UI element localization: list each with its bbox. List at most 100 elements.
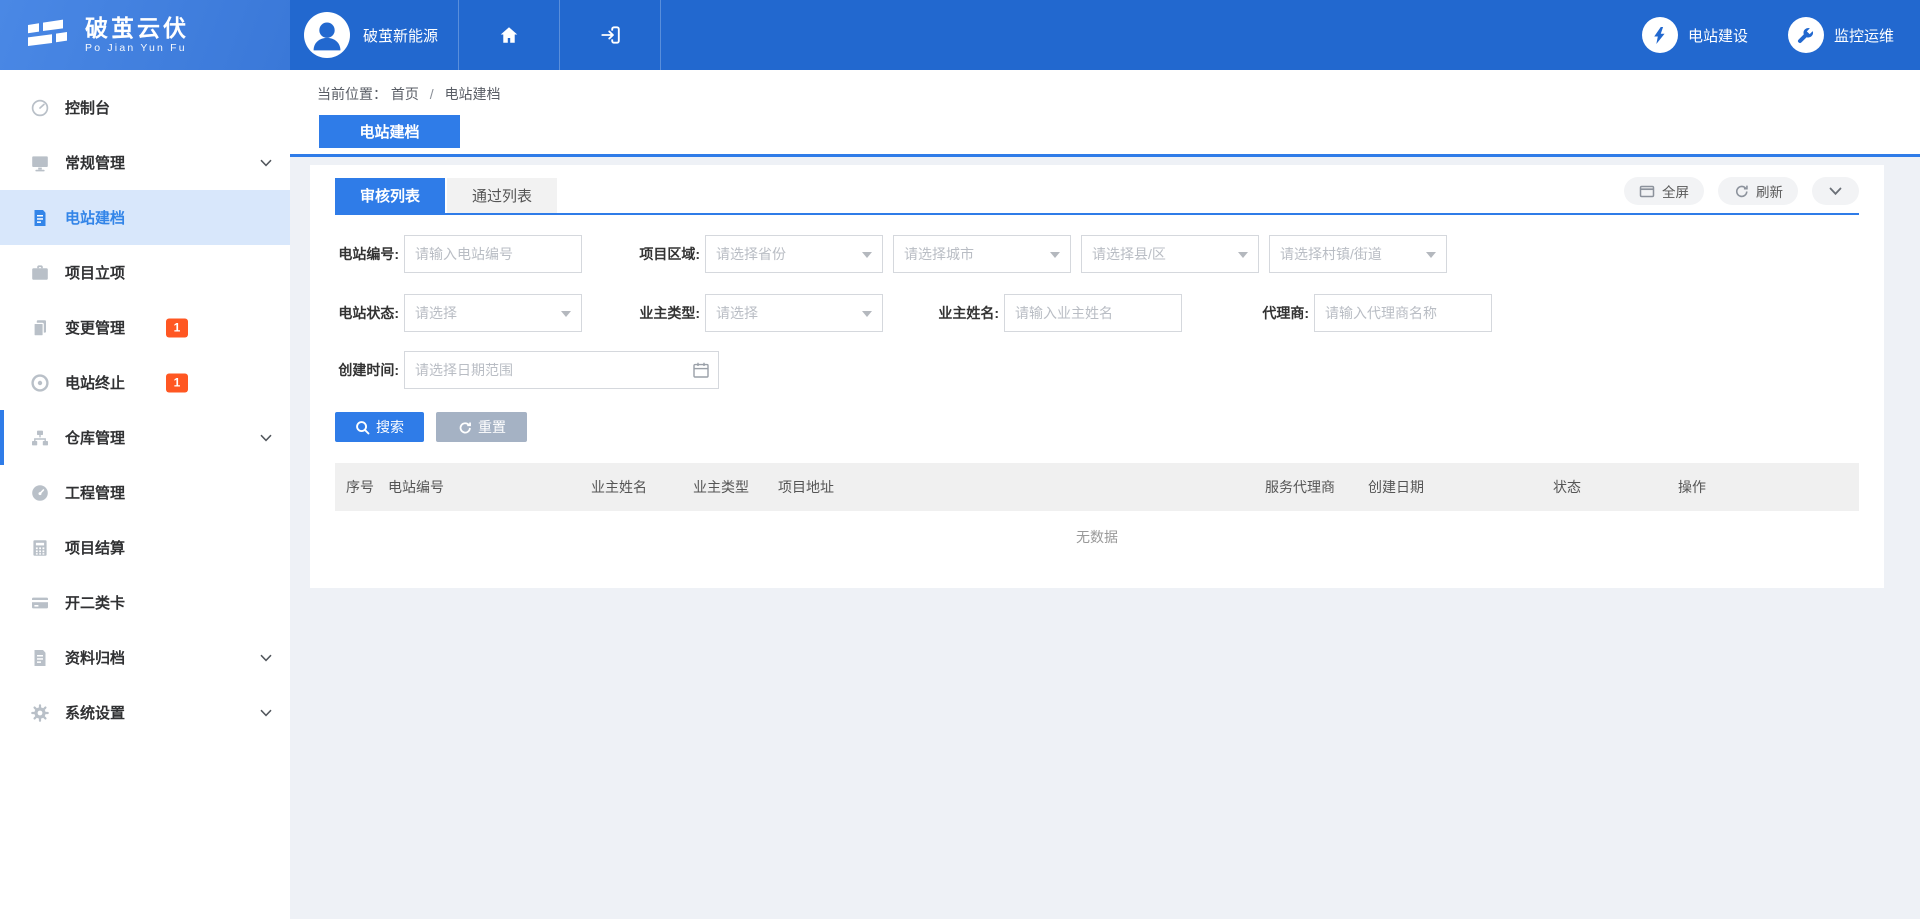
province-select[interactable]: 请选择省份 [705, 235, 883, 273]
user-name: 破茧新能源 [363, 25, 438, 46]
city-select[interactable]: 请选择城市 [893, 235, 1071, 273]
target-icon [30, 373, 50, 393]
gauge-icon [30, 483, 50, 503]
sidebar-item-label: 电站终止 [65, 372, 125, 393]
document-icon [30, 208, 50, 228]
sidebar-item-data-archive[interactable]: 资料归档 [0, 630, 290, 685]
module-label: 电站建设 [1688, 25, 1748, 46]
brand-mark-icon [26, 17, 72, 53]
calculator-icon [30, 538, 50, 558]
date-range-input[interactable] [404, 351, 719, 389]
agent-label: 代理商: [1182, 303, 1314, 323]
chevron-down-icon [260, 159, 272, 167]
top-header: 破茧云伏 Po Jian Yun Fu 破茧新能源 电站建 [0, 0, 1920, 70]
sidebar-item-project-approval[interactable]: 项目立项 [0, 245, 290, 300]
card-icon [30, 593, 50, 613]
current-user[interactable]: 破茧新能源 [290, 0, 459, 70]
file-icon [30, 648, 50, 668]
sidebar-item-warehouse-mgmt[interactable]: 仓库管理 [0, 410, 290, 465]
agent-input[interactable] [1314, 294, 1492, 332]
city-select-placeholder: 请选择城市 [904, 244, 974, 264]
header-modules: 电站建设 监控运维 [1642, 0, 1920, 70]
reset-button[interactable]: 重置 [436, 412, 527, 442]
filter-row-1: 电站编号: 项目区域: 请选择省份 请选择城市 请选择县/区 请选择村镇/街道 [335, 235, 1859, 273]
login-arrow-icon [599, 24, 621, 46]
search-button[interactable]: 搜索 [335, 412, 424, 442]
tab-passed-list[interactable]: 通过列表 [447, 178, 557, 213]
breadcrumb: 当前位置： 首页 / 电站建档 [317, 84, 501, 104]
station-status-placeholder: 请选择 [415, 303, 457, 323]
station-status-label: 电站状态: [335, 303, 404, 323]
chevron-down-icon [260, 654, 272, 662]
col-seq: 序号 [346, 477, 388, 497]
sidebar-item-general-mgmt[interactable]: 常规管理 [0, 135, 290, 190]
search-label: 搜索 [376, 417, 404, 437]
brand-title: 破茧云伏 [85, 16, 189, 40]
home-icon [498, 24, 520, 46]
breadcrumb-bar: 当前位置： 首页 / 电站建档 电站建档 [290, 70, 1920, 157]
refresh-label: 刷新 [1756, 181, 1783, 201]
refresh-button[interactable]: 刷新 [1718, 177, 1798, 205]
region-label: 项目区域: [582, 244, 705, 264]
sidebar-item-label: 电站建档 [65, 207, 125, 228]
sidebar-item-change-mgmt[interactable]: 变更管理 1 [0, 300, 290, 355]
created-time-label: 创建时间: [335, 360, 404, 380]
county-select[interactable]: 请选择县/区 [1081, 235, 1259, 273]
sidebar-item-label: 控制台 [65, 97, 110, 118]
town-select[interactable]: 请选择村镇/街道 [1269, 235, 1447, 273]
user-avatar-icon [304, 12, 350, 58]
sidebar-item-station-filing[interactable]: 电站建档 [0, 190, 290, 245]
date-range-field [404, 351, 719, 389]
module-label: 监控运维 [1834, 25, 1894, 46]
sidebar-item-system-settings[interactable]: 系统设置 [0, 685, 290, 740]
search-icon [355, 420, 370, 435]
owner-type-select[interactable]: 请选择 [705, 294, 883, 332]
page-tab-station-filing[interactable]: 电站建档 [319, 115, 460, 148]
panel-toolbar: 全屏 刷新 [1624, 177, 1859, 205]
col-status: 状态 [1553, 477, 1678, 497]
reset-icon [457, 420, 472, 435]
reset-label: 重置 [478, 417, 506, 437]
home-button[interactable] [459, 0, 560, 70]
briefcase-icon [30, 263, 50, 283]
chevron-down-icon [260, 434, 272, 442]
sidebar-item-label: 项目结算 [65, 537, 125, 558]
owner-name-label: 业主姓名: [883, 303, 1004, 323]
chevron-down-icon [1829, 187, 1842, 196]
brand-subtitle: Po Jian Yun Fu [85, 42, 189, 54]
wrench-icon [1788, 17, 1824, 53]
sidebar-item-station-termination[interactable]: 电站终止 1 [0, 355, 290, 410]
main-area: 当前位置： 首页 / 电站建档 电站建档 审核列表 通过列表 全屏 刷 [290, 70, 1920, 919]
sidebar-nav: 控制台 常规管理 电站建档 项目立项 变更管理 1 [0, 70, 290, 919]
sidebar-item-dashboard[interactable]: 控制台 [0, 80, 290, 135]
breadcrumb-prefix: 当前位置： [317, 86, 387, 102]
module-station-build[interactable]: 电站建设 [1642, 17, 1748, 53]
station-status-select[interactable]: 请选择 [404, 294, 582, 332]
sidebar-item-open-type2-card[interactable]: 开二类卡 [0, 575, 290, 630]
tab-review-list[interactable]: 审核列表 [335, 178, 445, 213]
sidebar-item-label: 开二类卡 [65, 592, 125, 613]
breadcrumb-home-link[interactable]: 首页 [391, 86, 419, 102]
col-owner-name: 业主姓名 [591, 477, 693, 497]
sidebar-item-engineering-mgmt[interactable]: 工程管理 [0, 465, 290, 520]
dashboard-icon [30, 98, 50, 118]
chevron-down-icon [260, 709, 272, 717]
sidebar-item-label: 资料归档 [65, 647, 125, 668]
filter-row-2: 电站状态: 请选择 业主类型: 请选择 业主姓名: 代理商: [335, 294, 1859, 332]
owner-name-input[interactable] [1004, 294, 1182, 332]
sidebar-item-label: 变更管理 [65, 317, 125, 338]
collapse-toolbar-button[interactable] [1812, 177, 1859, 205]
fullscreen-icon [1639, 184, 1655, 199]
col-service-agent: 服务代理商 [1265, 477, 1368, 497]
sidebar-item-project-settlement[interactable]: 项目结算 [0, 520, 290, 575]
sidebar-item-label: 常规管理 [65, 152, 125, 173]
logout-button[interactable] [560, 0, 661, 70]
station-no-input[interactable] [404, 235, 582, 273]
copy-icon [30, 318, 50, 338]
filter-actions: 搜索 重置 [335, 412, 1859, 442]
col-project-address: 项目地址 [778, 477, 1265, 497]
module-monitor-ops[interactable]: 监控运维 [1788, 17, 1894, 53]
col-owner-type: 业主类型 [693, 477, 778, 497]
county-select-placeholder: 请选择县/区 [1092, 244, 1166, 264]
fullscreen-button[interactable]: 全屏 [1624, 177, 1704, 205]
